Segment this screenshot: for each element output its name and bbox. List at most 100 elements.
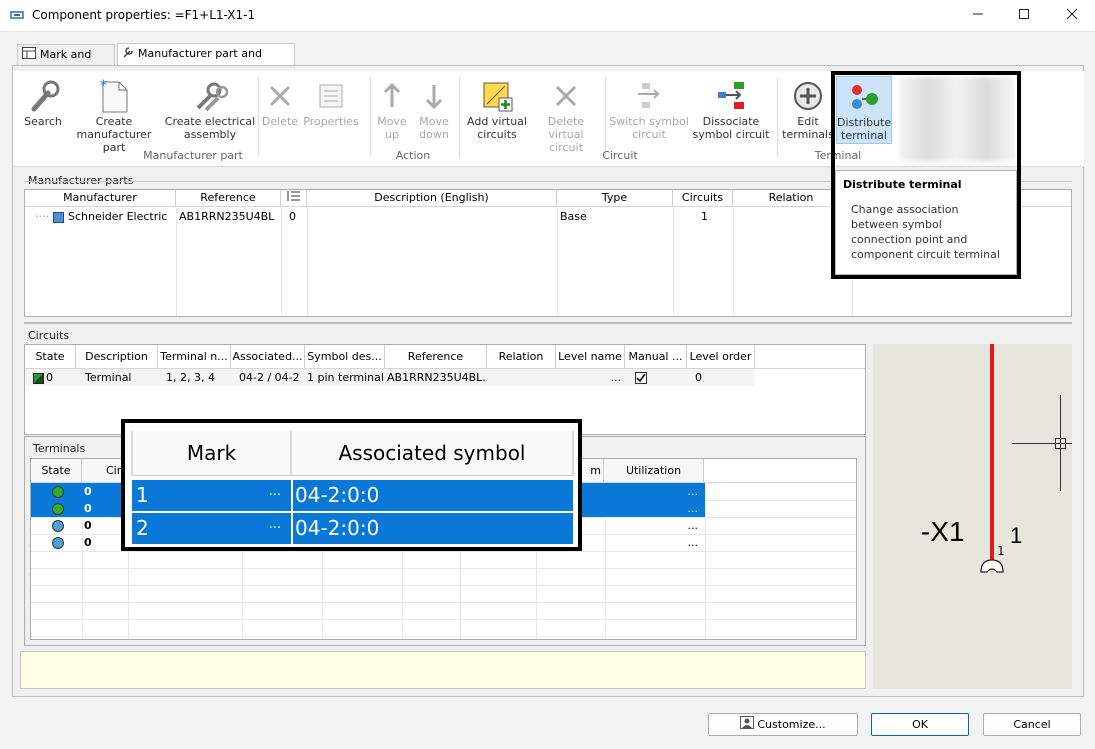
col-manufacturer[interactable]: Manufacturer <box>25 190 176 206</box>
mark-cell: 1... <box>132 480 293 511</box>
manufacturer-cell: ···· Schneider Electric <box>35 210 168 223</box>
cancel-button[interactable]: Cancel <box>983 713 1081 736</box>
create-manufacturer-part-button[interactable]: * Create manufacturer part <box>64 71 164 154</box>
add-vc-label-2: circuits <box>477 128 517 141</box>
dissociate-symbol-circuit-button[interactable]: Dissociate symbol circuit <box>691 71 771 141</box>
col-extra <box>755 345 865 368</box>
cursor-box <box>1055 438 1066 449</box>
tooltip-body: Change association between symbol connec… <box>851 202 1000 262</box>
tooltip-line: Change association <box>851 203 959 216</box>
search-button[interactable]: Search <box>18 71 68 128</box>
col-circuits[interactable]: Circuits <box>673 190 733 206</box>
ok-button[interactable]: OK <box>871 713 969 736</box>
col-level-order[interactable]: Level order <box>687 345 755 368</box>
search-label: Search <box>24 115 62 128</box>
minimize-button[interactable] <box>955 0 1001 32</box>
dissociate-icon <box>691 77 771 115</box>
zoom-rows: 1... 04-2:0:0 2... 04-2:0:0 <box>131 479 574 545</box>
svg-text:*: * <box>100 78 107 94</box>
col-state[interactable]: State <box>31 459 82 482</box>
col-state[interactable]: State <box>25 345 76 368</box>
switch-symbol-circuit-button[interactable]: Switch symbol circuit <box>607 71 691 141</box>
arrow-down-icon <box>415 77 453 115</box>
col-reference[interactable]: Reference <box>176 190 281 206</box>
col-associated-symbol[interactable]: Associated symbol <box>292 431 574 475</box>
tab-manufacturer-part-and-circuits[interactable]: Manufacturer part and circuits <box>117 43 295 80</box>
create-ea-label-2: assembly <box>183 128 237 141</box>
zoom-overlay: Mark Associated symbol 1... 04-2:0:0 2..… <box>121 419 582 551</box>
col-reference[interactable]: Reference <box>385 345 487 368</box>
properties-label: Properties <box>303 115 359 128</box>
manufacturer-value: Schneider Electric <box>68 210 168 223</box>
associated-symbol-cell: 04-2:0:0 <box>295 516 380 540</box>
col-level-name[interactable]: Level name <box>556 345 625 368</box>
col-description[interactable]: Description (English) <box>307 190 557 206</box>
x-icon <box>529 77 603 115</box>
col-description[interactable]: Description <box>76 345 158 368</box>
col-mark[interactable]: Mark <box>131 431 292 475</box>
edit-label-2: terminals <box>782 128 834 141</box>
add-virtual-circuits-button[interactable]: Add virtual circuits <box>463 71 531 141</box>
col-type[interactable]: Type <box>557 190 673 206</box>
maximize-button[interactable] <box>1001 0 1047 32</box>
table-icon <box>22 46 36 65</box>
switch-label-1: Switch symbol <box>609 115 689 128</box>
close-button[interactable] <box>1049 0 1095 32</box>
title-bar: Component properties: =F1+L1-X1-1 <box>0 0 1095 32</box>
ribbon-separator <box>370 77 371 157</box>
utilization-cell[interactable]: ... <box>604 483 704 500</box>
ribbon-separator <box>459 77 460 157</box>
col-utilization[interactable]: Utilization <box>604 459 704 482</box>
ribbon-separator <box>258 77 259 157</box>
col-quantity[interactable] <box>281 190 307 206</box>
list-icon <box>287 191 300 201</box>
col-associated[interactable]: Associated... <box>231 345 305 368</box>
level-name-cell[interactable]: ... <box>556 369 625 386</box>
create-mp-label-1: Create <box>95 115 133 128</box>
new-document-icon: * <box>64 77 164 115</box>
move-up-button[interactable]: Move up <box>373 71 411 141</box>
pin-label: 1 <box>1010 523 1023 548</box>
tab-mark-and-data[interactable]: Mark and data <box>17 44 115 81</box>
create-ea-label-1: Create electrical <box>164 115 256 128</box>
zoom-row[interactable]: 2... 04-2:0:0 <box>131 512 574 545</box>
utilization-cell[interactable]: ... <box>604 500 704 517</box>
col-terminal[interactable]: Terminal n... <box>158 345 231 368</box>
associated-cell: 04-2 / 04-2 <box>239 371 300 384</box>
splitter[interactable] <box>24 322 1072 324</box>
move-down-button[interactable]: Move down <box>415 71 453 141</box>
move-up-label-2: up <box>385 128 399 141</box>
ellipsis-button[interactable]: ... <box>269 476 281 507</box>
create-electrical-assembly-button[interactable]: Create electrical assembly <box>164 71 256 141</box>
ellipsis-button[interactable]: ... <box>269 509 281 540</box>
state-cell: 0 <box>25 369 76 386</box>
circuits-label: Circuits <box>28 329 70 342</box>
app-icon <box>10 9 24 24</box>
move-down-label-2: down <box>419 128 449 141</box>
manual-cell <box>625 369 687 386</box>
utilization-cell[interactable]: ... <box>604 517 704 534</box>
grid-line <box>31 636 856 637</box>
properties-button[interactable]: Properties <box>301 71 361 128</box>
delete-virtual-circuit-button[interactable]: Delete virtual circuit <box>529 71 603 154</box>
terminal-state-icon <box>33 372 44 384</box>
del-vc-label-2: circuit <box>549 141 583 154</box>
plus-circle-icon <box>781 77 835 115</box>
col-relation[interactable]: Relation <box>487 345 556 368</box>
state-circle-icon <box>52 537 64 549</box>
col-manual[interactable]: Manual ... <box>625 345 687 368</box>
checkbox-checked[interactable] <box>635 372 647 384</box>
customize-label: Customize... <box>757 718 826 731</box>
customize-button[interactable]: Customize... <box>708 713 858 736</box>
tooltip-title: Distribute terminal <box>843 178 962 191</box>
delete-button[interactable]: Delete <box>261 71 299 128</box>
zoom-row[interactable]: 1... 04-2:0:0 <box>131 479 574 512</box>
col-symbol[interactable]: Symbol des... <box>305 345 385 368</box>
symbol-preview[interactable]: -X1 1 1 <box>873 344 1072 689</box>
utilization-cell[interactable]: ... <box>604 534 704 551</box>
wrenches-icon <box>164 77 256 115</box>
edit-terminals-button[interactable]: Edit terminals <box>781 71 835 141</box>
description-cell <box>307 208 557 225</box>
table-row[interactable]: 0 Terminal 1, 2, 3, 4 04-2 / 04-2 1 pin … <box>25 369 755 386</box>
tooltip-line: connection point and <box>851 233 968 246</box>
